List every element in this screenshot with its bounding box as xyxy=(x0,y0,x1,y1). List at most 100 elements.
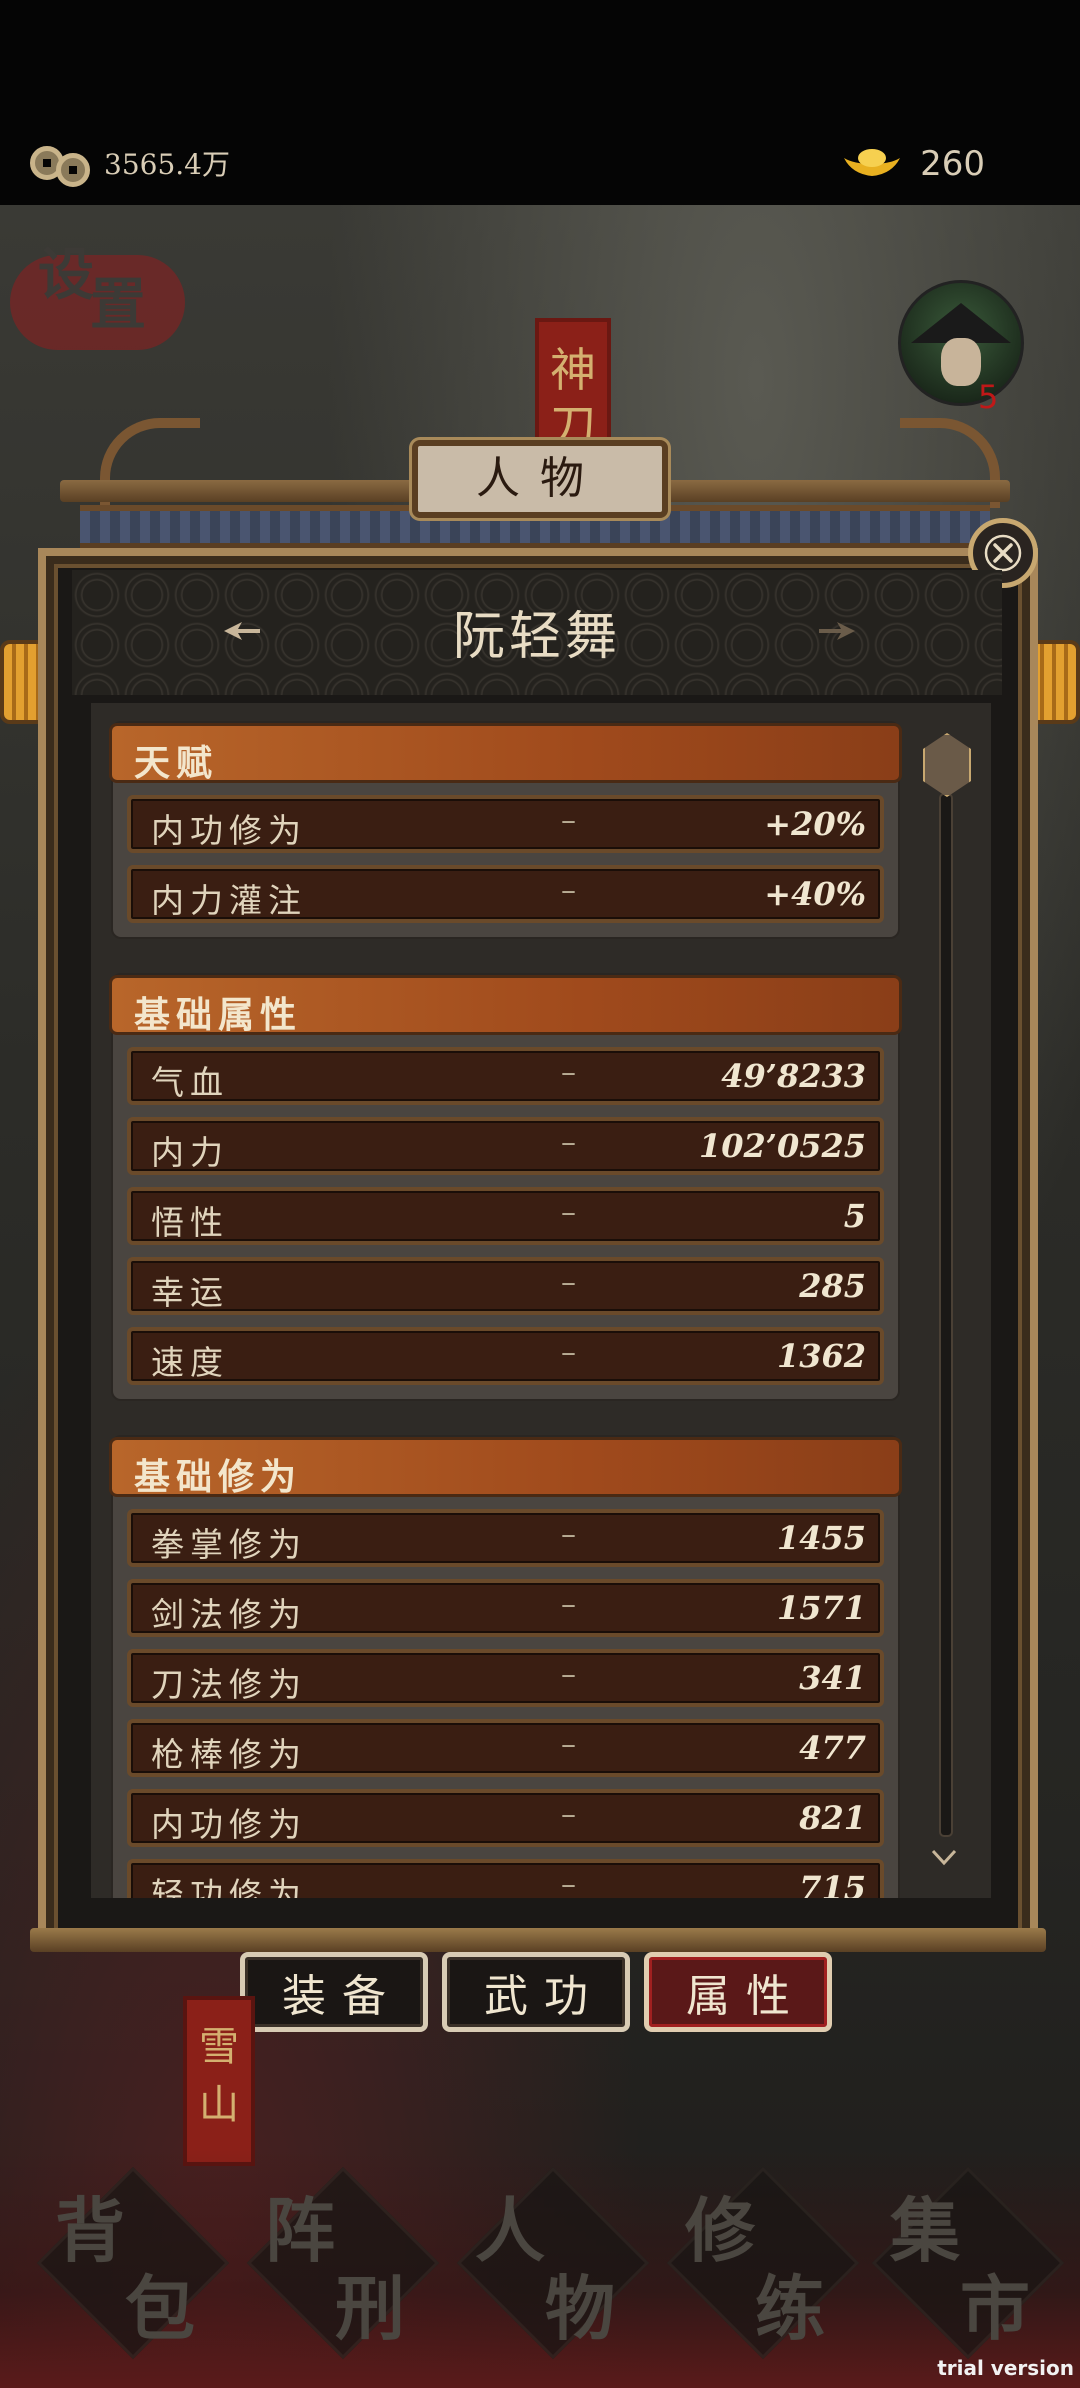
attribute-value: 285 xyxy=(799,1267,866,1305)
tab-martial-arts[interactable]: 武功 xyxy=(442,1952,630,2032)
attribute-label: 速度 xyxy=(151,1343,229,1382)
attribute-row: 内力 – 102’0525 xyxy=(127,1117,884,1175)
section-title: 基础修为 xyxy=(134,1456,303,1498)
attribute-row: 内功修为 – 821 xyxy=(127,1789,884,1847)
attribute-value: 477 xyxy=(799,1729,866,1767)
nav-char: 背 xyxy=(55,2189,125,2272)
nav-char: 修 xyxy=(685,2189,755,2272)
attribute-value: +20% xyxy=(764,805,866,843)
attribute-dash: – xyxy=(561,1727,576,1762)
character-name: 阮轻舞 xyxy=(452,607,621,667)
attribute-label: 内力 xyxy=(151,1133,229,1172)
nav-char: 包 xyxy=(125,2267,195,2350)
attribute-label: 刀法修为 xyxy=(151,1665,307,1704)
location-banner-top[interactable]: 神刀 xyxy=(535,318,611,453)
nav-char: 市 xyxy=(960,2267,1030,2350)
attribute-dash: – xyxy=(561,803,576,838)
attribute-row: 刀法修为 – 341 xyxy=(127,1649,884,1707)
attribute-value: 5 xyxy=(843,1197,866,1235)
character-name-header: 阮轻舞 xyxy=(72,570,1002,695)
scrollbar[interactable] xyxy=(923,733,971,1873)
close-icon xyxy=(984,534,1022,572)
attribute-row: 气血 – 49’8233 xyxy=(127,1047,884,1105)
settings-button[interactable]: 设置 xyxy=(10,235,190,355)
nav-character[interactable]: 人物 xyxy=(455,2166,650,2360)
section-header: 基础属性 xyxy=(109,975,902,1036)
hat-icon xyxy=(911,303,1011,343)
coin-balance: 3565.4万 xyxy=(30,138,230,188)
player-avatar[interactable] xyxy=(898,280,1024,406)
tab-equipment[interactable]: 装备 xyxy=(240,1952,428,2032)
section-header: 天赋 xyxy=(109,723,902,784)
section-base-attributes: 基础属性 气血 –49’8233 内力 –102’0525 悟性 –5 幸运 –285 … xyxy=(109,973,902,1401)
gold-amount: 260 xyxy=(920,144,985,184)
section-header: 基础修为 xyxy=(109,1437,902,1498)
attribute-value: 1455 xyxy=(776,1519,866,1557)
attribute-row: 轻功修为 – 715 xyxy=(127,1859,884,1901)
nav-bag[interactable]: 背包 xyxy=(35,2166,230,2360)
attribute-label: 轻功修为 xyxy=(151,1875,307,1901)
attribute-label: 气血 xyxy=(151,1063,229,1102)
panel-title: 人物 xyxy=(476,453,604,504)
avatar-level-badge: 5 xyxy=(978,378,999,416)
section-title: 天赋 xyxy=(134,742,219,784)
panel-title-plate: 人物 xyxy=(412,440,668,518)
next-character-arrow[interactable] xyxy=(817,620,857,642)
trial-watermark: trial version xyxy=(937,2356,1074,2380)
attribute-dash: – xyxy=(561,1517,576,1552)
attribute-row: 拳掌修为 – 1455 xyxy=(127,1509,884,1567)
nav-char: 人 xyxy=(475,2189,545,2272)
attribute-label: 内力灌注 xyxy=(151,881,307,920)
attribute-row: 速度 – 1362 xyxy=(127,1327,884,1385)
attribute-label: 枪棒修为 xyxy=(151,1735,307,1774)
attribute-dash: – xyxy=(561,873,576,908)
attribute-list[interactable]: 天赋 内功修为 – +20% 内力灌注 – +40% 基础属性 气血 – 49’8233 内… xyxy=(88,700,994,1901)
tab-attributes[interactable]: 属性 xyxy=(644,1952,832,2032)
attribute-dash: – xyxy=(561,1335,576,1370)
attribute-dash: – xyxy=(561,1195,576,1230)
section-base-cultivation: 基础修为 拳掌修为 – 1455 剑法修为 – 1571 刀法修为 – 341 枪棒修为 – 4… xyxy=(109,1435,902,1901)
chevron-down-icon[interactable] xyxy=(931,1848,957,1866)
nav-formation[interactable]: 阵刑 xyxy=(245,2166,440,2360)
attribute-row: 枪棒修为 – 477 xyxy=(127,1719,884,1777)
scrollbar-rail xyxy=(939,793,953,1837)
tab-label: 武功 xyxy=(484,1971,604,2022)
nav-market[interactable]: 集市 xyxy=(870,2166,1065,2360)
panel-base xyxy=(30,1928,1046,1952)
nav-char: 练 xyxy=(755,2267,825,2350)
currency-bar: 3565.4万 260 xyxy=(0,0,1080,205)
attribute-value: 341 xyxy=(799,1659,866,1697)
attribute-row: 内功修为 – +20% xyxy=(127,795,884,853)
coin-amount: 3565.4万 xyxy=(104,148,230,181)
settings-label: 设置 xyxy=(38,242,148,338)
attribute-row: 悟性 – 5 xyxy=(127,1187,884,1245)
nav-char: 刑 xyxy=(335,2267,405,2350)
attribute-label: 剑法修为 xyxy=(151,1595,307,1634)
attribute-dash: – xyxy=(561,1657,576,1692)
attribute-value: 1571 xyxy=(776,1589,866,1627)
gold-ingot-icon xyxy=(842,144,902,184)
attribute-dash: – xyxy=(561,1867,576,1901)
attribute-value: 49’8233 xyxy=(721,1057,866,1095)
scrollbar-thumb[interactable] xyxy=(923,733,971,797)
attribute-label: 幸运 xyxy=(151,1273,229,1312)
panel-tabs: 装备 武功 属性 xyxy=(240,1952,840,2032)
section-title: 基础属性 xyxy=(134,994,303,1036)
attribute-dash: – xyxy=(561,1265,576,1300)
attribute-label: 悟性 xyxy=(151,1203,229,1242)
attribute-label: 拳掌修为 xyxy=(151,1525,307,1564)
attribute-row: 剑法修为 – 1571 xyxy=(127,1579,884,1637)
location-banner-bottom[interactable]: 雪山 xyxy=(183,1996,255,2166)
attribute-label: 内功修为 xyxy=(151,811,307,850)
attribute-value: 1362 xyxy=(776,1337,866,1375)
attribute-dash: – xyxy=(561,1125,576,1160)
gold-balance: 260 xyxy=(842,136,985,192)
attribute-value: 715 xyxy=(799,1869,866,1901)
attribute-value: 102’0525 xyxy=(699,1127,866,1165)
section-talent: 天赋 内功修为 – +20% 内力灌注 – +40% xyxy=(109,721,902,939)
attribute-dash: – xyxy=(561,1587,576,1622)
attribute-row: 幸运 – 285 xyxy=(127,1257,884,1315)
nav-training[interactable]: 修练 xyxy=(665,2166,860,2360)
tab-label: 装备 xyxy=(282,1971,402,2022)
nav-char: 阵 xyxy=(265,2189,335,2272)
